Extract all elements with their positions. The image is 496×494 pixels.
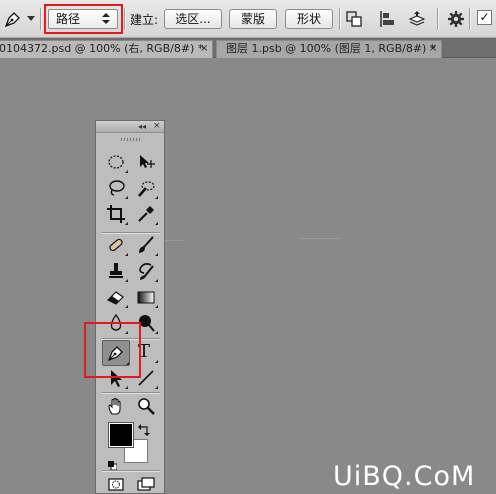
- pen-tool-highlight-box: [84, 322, 141, 378]
- watermark: UiBQ.CoM: [333, 461, 476, 492]
- divider: [124, 8, 125, 30]
- crop-tool[interactable]: [104, 203, 128, 225]
- divider: [469, 8, 470, 30]
- divider: [40, 8, 41, 30]
- panel-grip[interactable]: [121, 138, 141, 141]
- close-icon[interactable]: ×: [153, 121, 161, 132]
- make-selection-button[interactable]: 选区...: [164, 9, 222, 29]
- quick-selection-tool[interactable]: [134, 177, 158, 199]
- tab-document-2[interactable]: 图层 1.psb @ 100% (图层 1, RGB/8#) * ×: [216, 40, 442, 58]
- tab-document-1[interactable]: 0104372.psd @ 100% (右, RGB/8#) * ×: [0, 40, 213, 58]
- canvas-guide-line: [165, 240, 185, 241]
- path-arrangement-icon[interactable]: [408, 10, 426, 28]
- mode-highlight-box: [44, 4, 123, 34]
- swap-colors-icon[interactable]: [138, 421, 150, 436]
- default-colors-icon[interactable]: [108, 455, 118, 471]
- quick-mask-icon[interactable]: [104, 473, 128, 494]
- divider: [437, 8, 438, 30]
- zoom-tool[interactable]: [134, 395, 158, 417]
- path-alignment-icon[interactable]: [378, 10, 396, 28]
- move-tool[interactable]: [134, 151, 158, 173]
- divider: [339, 8, 340, 30]
- brush-tool[interactable]: [134, 234, 158, 256]
- gear-icon[interactable]: [447, 10, 465, 28]
- make-shape-button[interactable]: 形状: [285, 9, 333, 29]
- document-canvas[interactable]: [0, 58, 496, 494]
- document-tab-bar: 0104372.psd @ 100% (右, RGB/8#) * × 图层 1.…: [0, 38, 496, 58]
- tools-panel: ◂◂ × T: [95, 120, 165, 494]
- tool-preset-dropdown-icon[interactable]: [27, 16, 35, 21]
- gradient-tool[interactable]: [134, 286, 158, 308]
- panel-divider: [102, 232, 160, 233]
- make-mask-button[interactable]: 蒙版: [229, 9, 277, 29]
- collapse-icon[interactable]: ◂◂: [138, 121, 146, 132]
- foreground-color-swatch[interactable]: [108, 422, 134, 448]
- lasso-tool[interactable]: [104, 177, 128, 199]
- eraser-tool[interactable]: [104, 286, 128, 308]
- eyedropper-tool[interactable]: [134, 203, 158, 225]
- spot-healing-brush-tool[interactable]: [104, 234, 128, 256]
- tab-close-icon[interactable]: ×: [429, 41, 437, 57]
- make-label: 建立:: [130, 13, 159, 27]
- options-bar: 路径 建立: 选区... 蒙版 形状 ✓: [0, 0, 496, 38]
- rectangular-marquee-tool[interactable]: [104, 151, 128, 173]
- panel-divider: [102, 470, 160, 471]
- panel-divider: [102, 392, 160, 393]
- tools-panel-header[interactable]: ◂◂ ×: [96, 121, 164, 133]
- clone-stamp-tool[interactable]: [104, 260, 128, 282]
- path-operations-icon[interactable]: [345, 10, 363, 28]
- auto-add-delete-checkbox[interactable]: ✓: [477, 10, 492, 25]
- screen-mode-icon[interactable]: [134, 473, 158, 494]
- hand-tool[interactable]: [104, 395, 128, 417]
- canvas-guide-line: [300, 238, 340, 239]
- tab-title: 0104372.psd @ 100% (右, RGB/8#) *: [0, 42, 204, 55]
- tab-title: 图层 1.psb @ 100% (图层 1, RGB/8#) *: [226, 42, 436, 55]
- pen-tool-preset-icon[interactable]: [3, 9, 23, 29]
- history-brush-tool[interactable]: [134, 260, 158, 282]
- tab-close-icon[interactable]: ×: [200, 41, 208, 57]
